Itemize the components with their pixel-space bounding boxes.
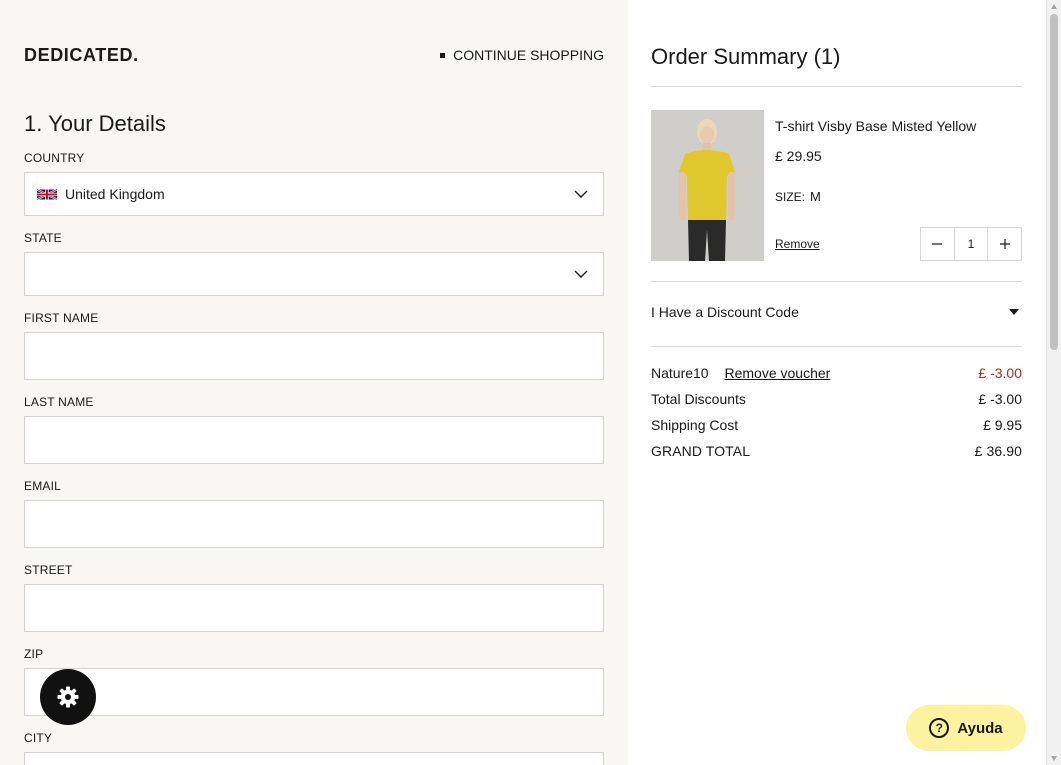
shipping-cost-row: Shipping Cost £ 9.95 (651, 417, 1022, 443)
scroll-down-arrow-icon[interactable] (1051, 756, 1057, 761)
total-discounts-label: Total Discounts (651, 391, 746, 407)
zip-label: ZIP (24, 647, 44, 661)
street-label: STREET (24, 563, 73, 577)
product-price: £ 29.95 (775, 148, 822, 164)
scroll-up-arrow-icon[interactable] (1051, 4, 1057, 9)
divider (651, 281, 1022, 282)
chevron-down-icon (574, 190, 588, 198)
order-summary-panel: Order Summary (1) T-shirt Visby Base Mis… (628, 0, 1046, 765)
product-name[interactable]: T-shirt Visby Base Misted Yellow (775, 118, 976, 134)
increase-quantity-button[interactable] (988, 228, 1021, 260)
help-icon: ? (929, 718, 950, 738)
order-summary-title: Order Summary (1) (651, 44, 841, 69)
street-field[interactable] (24, 584, 604, 632)
minus-icon (932, 243, 943, 245)
total-discounts-row: Total Discounts £ -3.00 (651, 391, 1022, 417)
last-name-label: LAST NAME (24, 395, 94, 409)
total-discounts-value: £ -3.00 (978, 391, 1022, 407)
decrease-quantity-button[interactable] (921, 228, 954, 260)
country-label: COUNTRY (24, 151, 85, 165)
email-label: EMAIL (24, 479, 62, 493)
continue-shopping-label: CONTINUE SHOPPING (453, 47, 604, 63)
shipping-cost-label: Shipping Cost (651, 417, 739, 433)
zip-field[interactable] (24, 668, 604, 716)
grand-total-value: £ 36.90 (974, 443, 1022, 459)
state-select[interactable] (24, 252, 604, 296)
first-name-label: FIRST NAME (24, 311, 99, 325)
voucher-amount: £ -3.00 (978, 365, 1022, 381)
shipping-cost-value: £ 9.95 (983, 417, 1022, 433)
state-label: STATE (24, 231, 62, 245)
discount-code-toggle[interactable]: I Have a Discount Code (651, 304, 1022, 320)
size-label: SIZE: (775, 190, 806, 204)
product-photo-icon (651, 110, 764, 261)
country-select[interactable]: United Kingdom (24, 172, 604, 216)
scrollbar-thumb[interactable] (1050, 14, 1058, 350)
voucher-code: Nature10 (651, 365, 709, 381)
product-image[interactable] (651, 110, 764, 261)
grand-total-label: GRAND TOTAL (651, 443, 751, 459)
continue-shopping-link[interactable]: CONTINUE SHOPPING (440, 47, 604, 63)
grand-total-row: GRAND TOTAL £ 36.90 (651, 443, 1022, 469)
page-scrollbar[interactable] (1046, 0, 1061, 765)
remove-voucher-link[interactable]: Remove voucher (724, 365, 830, 381)
voucher-row: Nature10 Remove voucher £ -3.00 (651, 365, 1022, 391)
gear-icon (57, 686, 79, 708)
square-bullet-icon (440, 52, 446, 58)
last-name-field[interactable] (24, 416, 604, 464)
settings-gear-button[interactable] (40, 669, 96, 725)
checkout-form-panel: DEDICATED. CONTINUE SHOPPING 1. Your Det… (0, 0, 628, 765)
city-field[interactable] (24, 752, 604, 765)
divider (651, 86, 1022, 87)
chevron-down-icon (574, 270, 588, 278)
your-details-title: 1. Your Details (24, 111, 166, 136)
quantity-value[interactable]: 1 (953, 228, 989, 260)
city-label: CITY (24, 731, 53, 745)
help-label: Ayuda (957, 719, 1003, 737)
size-value: M (810, 189, 821, 204)
quantity-stepper: 1 (920, 227, 1022, 261)
order-totals: Nature10 Remove voucher £ -3.00 Total Di… (651, 365, 1022, 469)
uk-flag-icon (37, 188, 57, 200)
caret-down-icon (1009, 309, 1019, 315)
divider (651, 346, 1022, 347)
first-name-field[interactable] (24, 332, 604, 380)
plus-icon (999, 239, 1010, 249)
help-button[interactable]: ? Ayuda (906, 705, 1026, 751)
discount-code-label: I Have a Discount Code (651, 304, 799, 320)
email-field[interactable] (24, 500, 604, 548)
remove-item-link[interactable]: Remove (775, 237, 820, 251)
brand-logo[interactable]: DEDICATED. (24, 45, 139, 66)
country-value: United Kingdom (65, 186, 165, 202)
